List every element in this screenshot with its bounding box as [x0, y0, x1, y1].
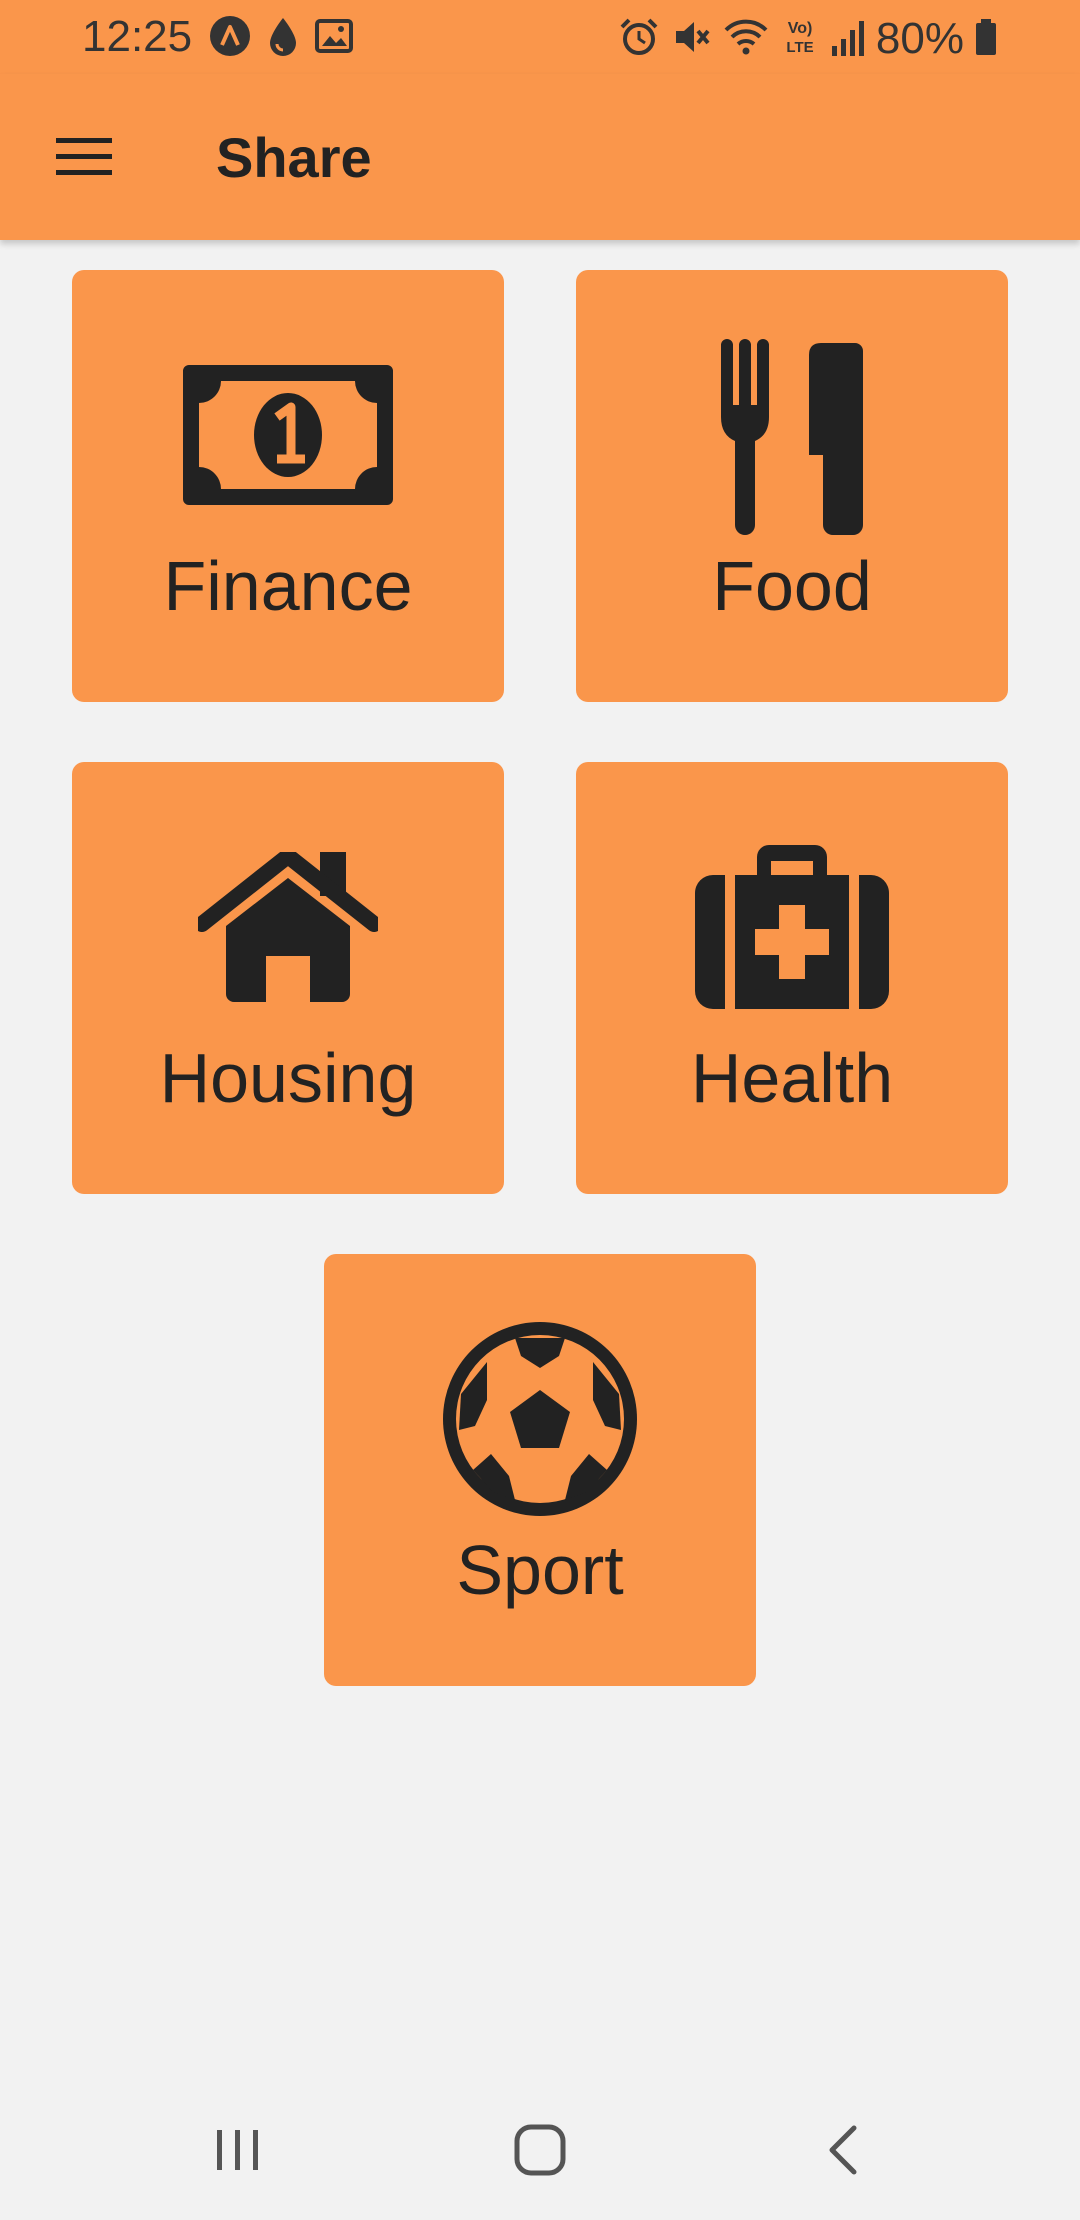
sport-tile[interactable]: Sport: [324, 1254, 756, 1686]
signal-icon: [830, 16, 866, 63]
hamburger-menu-icon: [56, 138, 112, 175]
battery-icon: [974, 16, 998, 63]
recent-apps-button[interactable]: [188, 2100, 288, 2200]
soccer-ball-icon: [324, 1314, 756, 1524]
drop-icon: [266, 14, 300, 63]
battery-percent: 80%: [875, 14, 964, 63]
app-bar: Share: [0, 74, 1080, 240]
house-icon: [72, 822, 504, 1032]
home-button[interactable]: [490, 2100, 590, 2200]
medical-kit-icon: [576, 822, 1008, 1032]
status-system-icons: Vo) LTE 80%: [618, 14, 998, 64]
health-tile[interactable]: Health: [576, 762, 1008, 1194]
svg-text:LTE: LTE: [786, 39, 813, 56]
mute-icon: [670, 16, 712, 63]
tile-label-finance: Finance: [163, 547, 413, 625]
status-time: 12:25: [82, 12, 193, 61]
tile-label-health: Health: [690, 1039, 894, 1117]
banknote-icon: [72, 330, 504, 540]
image-icon: [314, 16, 354, 61]
app-notification-icon: [208, 14, 252, 63]
svg-text:Vo): Vo): [788, 20, 813, 37]
back-button[interactable]: [792, 2100, 892, 2200]
system-navigation-bar: [0, 2080, 1080, 2220]
back-icon: [829, 2125, 857, 2175]
tile-label-housing: Housing: [159, 1039, 417, 1117]
status-notification-icons: [208, 14, 354, 63]
menu-button[interactable]: [42, 118, 126, 194]
alarm-icon: [618, 16, 660, 63]
recents-icon: [217, 2130, 258, 2170]
tile-label-sport: Sport: [456, 1531, 624, 1609]
tile-label-food: Food: [712, 547, 872, 625]
utensils-icon: [576, 330, 1008, 540]
page-title: Share: [216, 126, 372, 189]
volte-icon: Vo) LTE: [780, 16, 820, 63]
wifi-icon: [722, 16, 770, 63]
status-bar: 12:25 Vo) LTE 80%: [0, 0, 1080, 74]
finance-tile[interactable]: Finance: [72, 270, 504, 702]
food-tile[interactable]: Food: [576, 270, 1008, 702]
housing-tile[interactable]: Housing: [72, 762, 504, 1194]
home-icon: [514, 2124, 566, 2176]
